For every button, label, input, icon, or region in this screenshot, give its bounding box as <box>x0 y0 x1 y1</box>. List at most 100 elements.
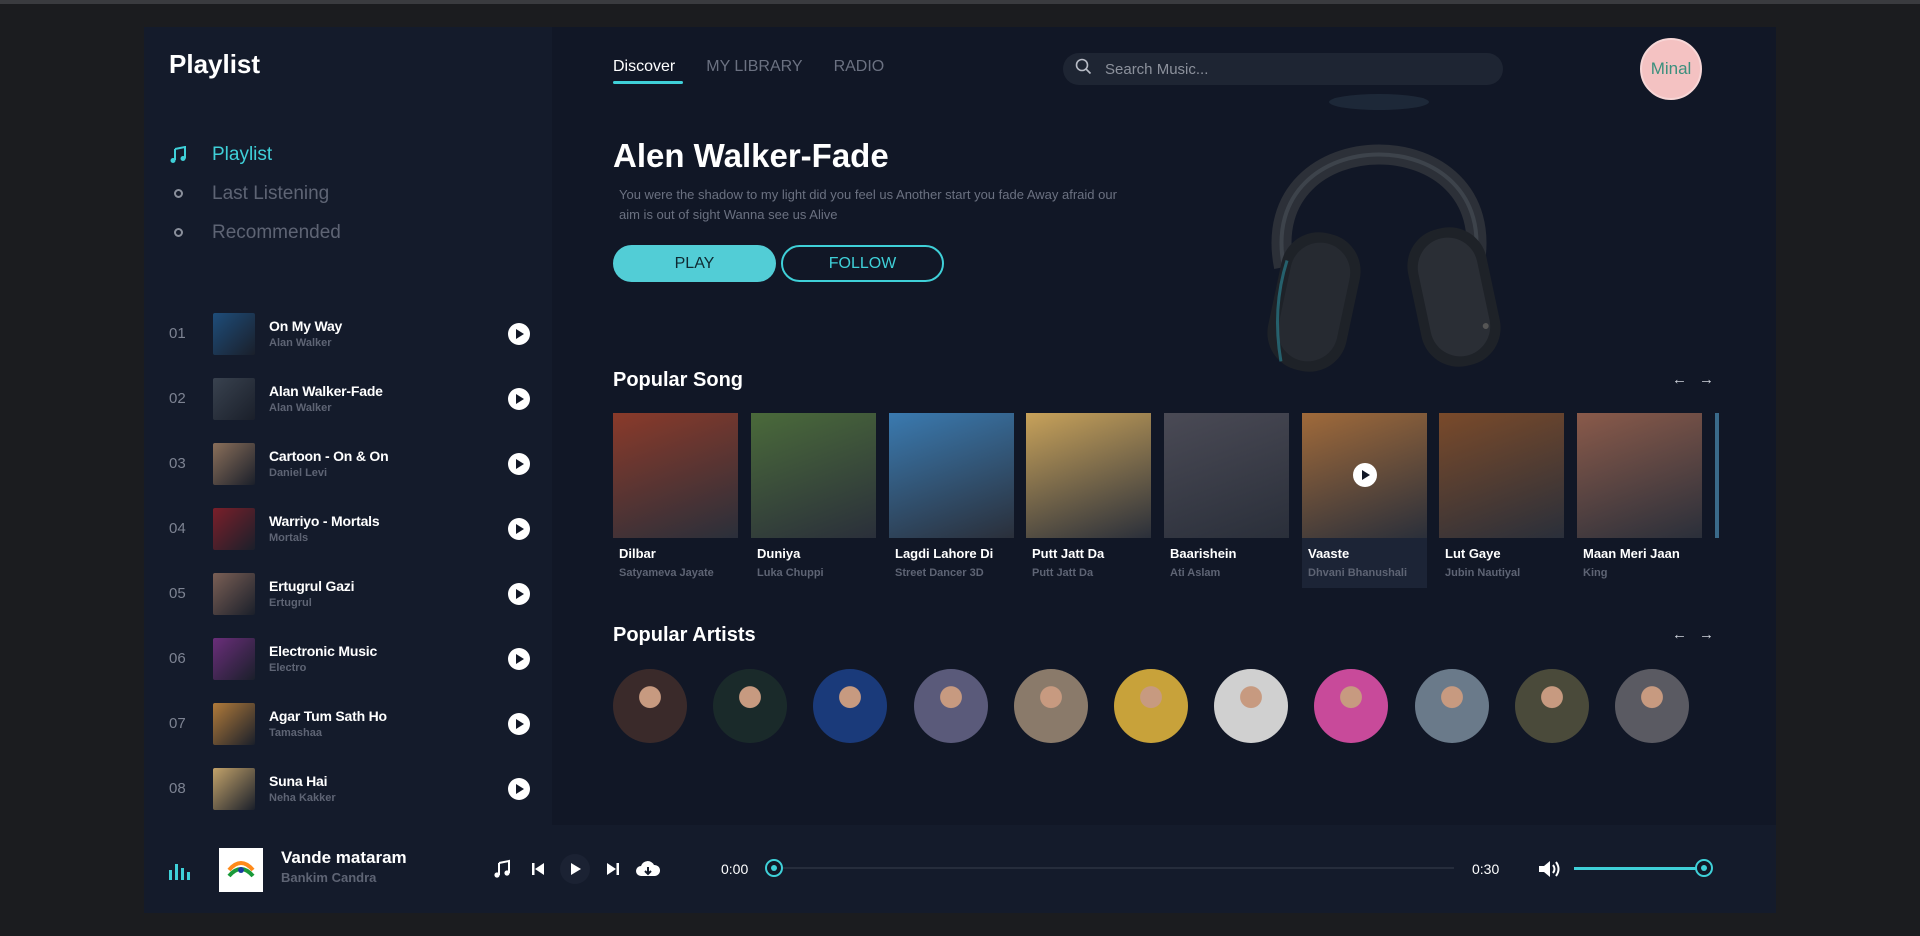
artist-avatar[interactable] <box>1515 669 1589 743</box>
search-icon <box>1075 58 1092 80</box>
song-card[interactable]: Putt Jatt Da Putt Jatt Da <box>1026 413 1151 588</box>
progress-track[interactable] <box>774 867 1454 869</box>
arrow-left-icon[interactable]: ← <box>1672 626 1687 643</box>
song-cover <box>751 413 876 538</box>
song-card[interactable]: Maan Meri Jaan King <box>1577 413 1702 588</box>
song-artist: Street Dancer 3D <box>895 567 984 579</box>
skip-back-icon[interactable] <box>527 854 549 884</box>
song-cover <box>1439 413 1564 538</box>
circle-icon <box>169 228 187 237</box>
artist-avatar[interactable] <box>1314 669 1388 743</box>
play-circle-icon[interactable] <box>508 582 530 605</box>
track-artist: Mortals <box>269 532 309 544</box>
play-circle-icon[interactable] <box>508 452 530 475</box>
main-tabs: Discover MY LIBRARY RADIO <box>613 58 884 84</box>
popular-song-list: Dilbar Satyameva Jayate Duniya Luka Chup… <box>613 413 1773 593</box>
user-avatar[interactable]: Minal <box>1640 38 1702 100</box>
track-title: Suna Hai <box>269 773 328 789</box>
song-carousel-arrows: ← → <box>1672 371 1714 388</box>
song-artist: Jubin Nautiyal <box>1445 567 1521 579</box>
arrow-right-icon[interactable]: → <box>1699 626 1714 643</box>
song-artist: Dhvani Bhanushali <box>1308 567 1408 579</box>
tab-my-library[interactable]: MY LIBRARY <box>706 58 802 84</box>
track-title: Warriyo - Mortals <box>269 513 380 529</box>
tab-radio[interactable]: RADIO <box>834 58 885 84</box>
song-cover <box>1715 413 1719 538</box>
search-input[interactable] <box>1105 60 1485 78</box>
track-title: Alan Walker-Fade <box>269 383 383 399</box>
song-card[interactable]: Baarishein Ati Aslam <box>1164 413 1289 588</box>
play-icon[interactable] <box>560 854 590 884</box>
track-title: Agar Tum Sath Ho <box>269 708 387 724</box>
artist-avatar[interactable] <box>914 669 988 743</box>
song-title: Putt Jatt Da <box>1032 546 1105 561</box>
track-row[interactable]: 01 On My Way Alan Walker <box>169 301 539 366</box>
artist-avatar[interactable] <box>1114 669 1188 743</box>
track-thumbnail <box>213 377 255 420</box>
headphones-image <box>1244 77 1544 397</box>
song-card[interactable]: Vaaste Dhvani Bhanushali <box>1302 413 1427 588</box>
track-artist: Daniel Levi <box>269 467 328 479</box>
song-card[interactable]: Duniya Luka Chuppi <box>751 413 876 588</box>
track-row[interactable]: 08 Suna Hai Neha Kakker <box>169 756 539 821</box>
music-note-icon[interactable] <box>489 854 515 884</box>
artist-avatar[interactable] <box>613 669 687 743</box>
track-thumbnail <box>213 702 255 745</box>
track-row[interactable]: 05 Ertugrul Gazi Ertugrul <box>169 561 539 626</box>
nav-item-recommended[interactable]: Recommended <box>169 213 341 252</box>
track-artist: Alan Walker <box>269 337 332 349</box>
song-title: Vaaste <box>1308 546 1350 561</box>
track-number: 01 <box>169 325 186 342</box>
cloud-download-icon[interactable] <box>634 854 662 884</box>
play-circle-icon[interactable] <box>508 712 530 735</box>
track-thumbnail <box>213 442 255 485</box>
artist-avatar[interactable] <box>813 669 887 743</box>
artist-avatar[interactable] <box>713 669 787 743</box>
play-circle-icon[interactable] <box>508 322 530 345</box>
track-artist: Ertugrul <box>269 597 312 609</box>
tab-discover[interactable]: Discover <box>613 58 684 84</box>
song-card-partial <box>1715 413 1719 588</box>
track-row[interactable]: 06 Electronic Music Electro <box>169 626 539 691</box>
volume-icon[interactable] <box>1536 854 1564 884</box>
play-overlay-icon[interactable] <box>1353 463 1377 487</box>
song-cover <box>613 413 738 538</box>
equalizer-icon <box>169 864 190 880</box>
track-row[interactable]: 04 Warriyo - Mortals Mortals <box>169 496 539 561</box>
play-circle-icon[interactable] <box>508 517 530 540</box>
song-card[interactable]: Lagdi Lahore Di Street Dancer 3D <box>889 413 1014 588</box>
skip-forward-icon[interactable] <box>602 854 624 884</box>
track-row[interactable]: 07 Agar Tum Sath Ho Tamashaa <box>169 691 539 756</box>
nav-label: Playlist <box>212 143 273 165</box>
artist-avatar[interactable] <box>1615 669 1689 743</box>
play-circle-icon[interactable] <box>508 777 530 800</box>
arrow-right-icon[interactable]: → <box>1699 371 1714 388</box>
arrow-left-icon[interactable]: ← <box>1672 371 1687 388</box>
sidebar: Playlist Playlist Last Listening Recomme… <box>144 27 552 825</box>
volume-knob[interactable] <box>1695 859 1713 877</box>
track-number: 08 <box>169 780 186 797</box>
track-row[interactable]: 03 Cartoon - On & On Daniel Levi <box>169 431 539 496</box>
track-number: 03 <box>169 455 186 472</box>
artist-avatar[interactable] <box>1214 669 1288 743</box>
play-circle-icon[interactable] <box>508 647 530 670</box>
time-total: 0:30 <box>1472 861 1500 877</box>
volume-slider[interactable] <box>1574 867 1704 870</box>
song-card[interactable]: Dilbar Satyameva Jayate <box>613 413 738 588</box>
player-bar: Vande mataram Bankim Candra 0:00 0:30 <box>144 825 1776 913</box>
artist-avatar[interactable] <box>1415 669 1489 743</box>
song-artist: Putt Jatt Da <box>1032 567 1094 579</box>
play-circle-icon[interactable] <box>508 387 530 410</box>
hero-title: Alen Walker-Fade <box>613 137 889 174</box>
song-card[interactable]: Lut Gaye Jubin Nautiyal <box>1439 413 1564 588</box>
progress-knob[interactable] <box>765 859 783 877</box>
track-row[interactable]: 02 Alan Walker-Fade Alan Walker <box>169 366 539 431</box>
play-button[interactable]: PLAY <box>613 245 776 282</box>
nav-item-playlist[interactable]: Playlist <box>169 135 341 174</box>
nav-item-last-listening[interactable]: Last Listening <box>169 174 341 213</box>
song-artist: Luka Chuppi <box>757 567 824 579</box>
circle-icon <box>169 189 187 198</box>
artist-avatar[interactable] <box>1014 669 1088 743</box>
popular-artists-title: Popular Artists <box>613 624 756 646</box>
follow-button[interactable]: FOLLOW <box>781 245 944 282</box>
